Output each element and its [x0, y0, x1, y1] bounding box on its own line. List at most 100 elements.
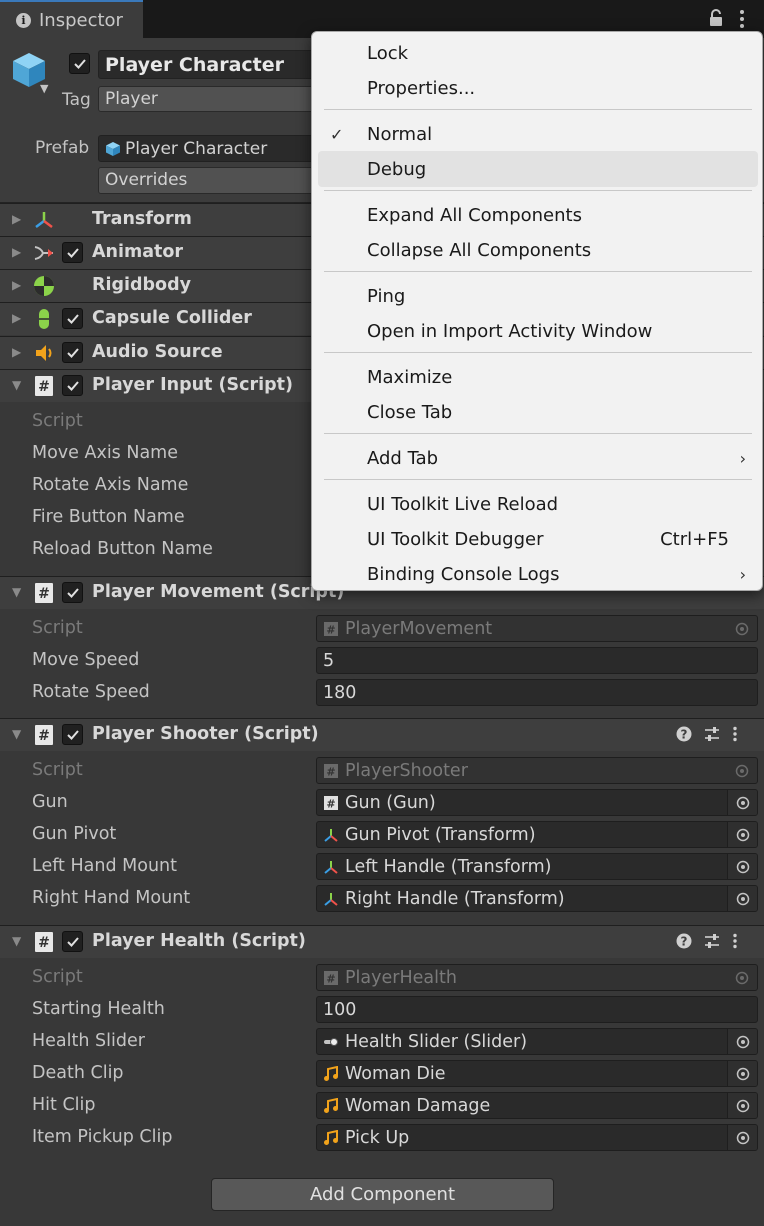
collapse-arrow-icon[interactable]: ▼ — [12, 585, 21, 599]
script-icon: # — [35, 376, 53, 396]
menu-item-properties[interactable]: Properties... — [312, 71, 764, 105]
enabled-checkbox[interactable] — [62, 724, 83, 745]
reload-button-name-label: Reload Button Name — [32, 539, 213, 559]
left-hand-mount-value: Left Handle (Transform) — [345, 856, 552, 877]
menu-item-maximize[interactable]: Maximize — [312, 360, 764, 394]
svg-text:#: # — [326, 797, 335, 810]
menu-item-lock[interactable]: Lock — [312, 36, 764, 70]
script-file-icon: # — [324, 763, 338, 778]
collapse-arrow-icon[interactable]: ▼ — [12, 378, 21, 392]
fire-button-name-label: Fire Button Name — [32, 507, 185, 527]
help-icon[interactable]: ? — [676, 933, 692, 949]
rotate-speed-input[interactable]: 180 — [316, 679, 758, 706]
enabled-checkbox[interactable] — [62, 375, 83, 396]
object-picker-icon[interactable] — [727, 854, 757, 879]
presets-icon[interactable] — [704, 726, 720, 742]
object-picker-icon[interactable] — [727, 1093, 757, 1118]
add-component-button[interactable]: Add Component — [211, 1178, 554, 1211]
script-value: PlayerShooter — [345, 760, 468, 781]
death-clip-field[interactable]: Woman Die — [316, 1060, 758, 1087]
collapse-arrow-icon[interactable]: ▼ — [12, 934, 21, 948]
transform-icon — [35, 212, 53, 228]
tab-title: Inspector — [39, 9, 123, 31]
expand-arrow-icon[interactable]: ▶ — [12, 245, 21, 259]
right-hand-mount-field[interactable]: Right Handle (Transform) — [316, 885, 758, 912]
hit-clip-value: Woman Damage — [345, 1095, 491, 1116]
gun-value: Gun (Gun) — [345, 792, 436, 813]
expand-arrow-icon[interactable]: ▶ — [12, 345, 21, 359]
starting-health-value: 100 — [323, 999, 357, 1020]
script-icon: # — [35, 932, 53, 952]
component-kebab-icon[interactable] — [732, 933, 738, 949]
menu-item-collapse-all[interactable]: Collapse All Components — [312, 233, 764, 267]
active-checkbox[interactable] — [69, 53, 90, 74]
check-icon — [66, 729, 79, 740]
script-label: Script — [32, 967, 83, 987]
expand-arrow-icon[interactable]: ▶ — [12, 212, 21, 226]
item-pickup-clip-field[interactable]: Pick Up — [316, 1124, 758, 1151]
audio-clip-icon — [324, 1065, 338, 1081]
icon-dropdown-icon[interactable]: ▼ — [40, 82, 48, 95]
hit-clip-label: Hit Clip — [32, 1095, 96, 1115]
menu-separator — [324, 190, 752, 191]
object-picker-icon[interactable] — [727, 1125, 757, 1150]
gun-pivot-value: Gun Pivot (Transform) — [345, 824, 536, 845]
move-speed-input[interactable]: 5 — [316, 647, 758, 674]
gun-pivot-field[interactable]: Gun Pivot (Transform) — [316, 821, 758, 848]
enabled-checkbox[interactable] — [62, 931, 83, 952]
rotate-speed-label: Rotate Speed — [32, 682, 150, 702]
menu-item-add-tab[interactable]: Add Tab › — [312, 441, 764, 475]
starting-health-input[interactable]: 100 — [316, 996, 758, 1023]
menu-item-expand-all[interactable]: Expand All Components — [312, 198, 764, 232]
menu-item-uitk-debugger[interactable]: UI Toolkit Debugger Ctrl+F5 — [312, 522, 764, 556]
component-title: Rigidbody — [92, 275, 192, 295]
gun-field[interactable]: # Gun (Gun) — [316, 789, 758, 816]
component-tools: ? — [676, 726, 738, 742]
menu-item-uitk-live-reload[interactable]: UI Toolkit Live Reload — [312, 487, 764, 521]
object-picker-icon[interactable] — [727, 886, 757, 911]
menu-item-normal[interactable]: ✓ Normal — [312, 117, 764, 151]
script-label: Script — [32, 618, 83, 638]
component-player-health[interactable]: ▼ # Player Health (Script) ? — [0, 925, 764, 958]
tag-dropdown[interactable]: Player — [98, 86, 338, 112]
expand-arrow-icon[interactable]: ▶ — [12, 311, 21, 325]
presets-icon[interactable] — [704, 933, 720, 949]
tab-inspector[interactable]: i Inspector — [0, 0, 143, 38]
move-axis-name-label: Move Axis Name — [32, 443, 178, 463]
component-player-shooter[interactable]: ▼ # Player Shooter (Script) ? — [0, 718, 764, 751]
object-picker-icon[interactable] — [727, 822, 757, 847]
menu-item-label: Normal — [367, 123, 433, 145]
slider-icon — [324, 1037, 338, 1046]
enabled-checkbox[interactable] — [62, 582, 83, 603]
left-hand-mount-field[interactable]: Left Handle (Transform) — [316, 853, 758, 880]
enabled-checkbox[interactable] — [62, 308, 83, 329]
health-slider-field[interactable]: Health Slider (Slider) — [316, 1028, 758, 1055]
overrides-dropdown[interactable]: Overrides — [98, 167, 338, 194]
expand-arrow-icon[interactable]: ▶ — [12, 278, 21, 292]
component-title: Player Shooter (Script) — [92, 724, 319, 744]
enabled-checkbox[interactable] — [62, 342, 83, 363]
component-kebab-icon[interactable] — [732, 726, 738, 742]
enabled-checkbox[interactable] — [62, 242, 83, 263]
component-title: Player Movement (Script) — [92, 582, 345, 602]
object-picker-icon[interactable] — [727, 1061, 757, 1086]
menu-item-close-tab[interactable]: Close Tab — [312, 395, 764, 429]
menu-item-ping[interactable]: Ping — [312, 279, 764, 313]
menu-item-open-import-activity[interactable]: Open in Import Activity Window — [312, 314, 764, 348]
help-icon[interactable]: ? — [676, 726, 692, 742]
script-field: # PlayerMovement — [316, 615, 758, 642]
gameobject-name-field[interactable]: Player Character — [98, 50, 338, 79]
menu-item-debug[interactable]: Debug — [318, 151, 758, 187]
item-pickup-clip-value: Pick Up — [345, 1127, 410, 1148]
prefab-asset-field[interactable]: Player Character — [98, 135, 338, 162]
hit-clip-field[interactable]: Woman Damage — [316, 1092, 758, 1119]
collapse-arrow-icon[interactable]: ▼ — [12, 727, 21, 741]
player-shooter-body: Script # PlayerShooter Gun # Gun (Gun) G… — [0, 751, 764, 925]
svg-text:?: ? — [681, 728, 688, 742]
object-picker-icon[interactable] — [727, 1029, 757, 1054]
lock-icon[interactable] — [708, 8, 724, 28]
menu-item-binding-console-logs[interactable]: Binding Console Logs › — [312, 557, 764, 591]
object-picker-icon[interactable] — [727, 790, 757, 815]
kebab-menu-icon[interactable] — [736, 8, 748, 30]
death-clip-value: Woman Die — [345, 1063, 446, 1084]
